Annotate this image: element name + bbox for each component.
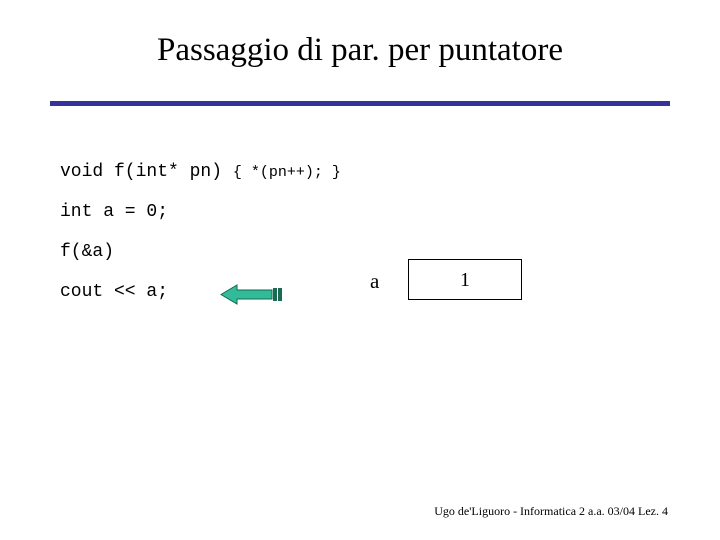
title-divider [50, 101, 670, 106]
page-title: Passaggio di par. per puntatore [157, 32, 563, 68]
code-line-1-body: { *(pn++); } [232, 164, 341, 181]
arrow-body [220, 284, 273, 305]
left-arrow [220, 284, 284, 305]
code-line-1-signature: void f(int* pn) [60, 162, 233, 182]
code-line-2: int a = 0; [60, 202, 169, 222]
variable-label-a: a [370, 269, 380, 293]
arrow-tail-bar-right [278, 288, 282, 301]
arrow-tail-bar-left [273, 288, 277, 301]
code-line-1: void f(int* pn) { *(pn++); } [60, 152, 530, 192]
memory-cell: 1 [408, 259, 522, 300]
slide-footer: Ugo de'Liguoro - Informatica 2 a.a. 03/0… [434, 504, 668, 518]
slide-canvas: Passaggio di par. per puntatore void f(i… [0, 0, 720, 540]
memory-cell-value: 1 [460, 268, 470, 291]
